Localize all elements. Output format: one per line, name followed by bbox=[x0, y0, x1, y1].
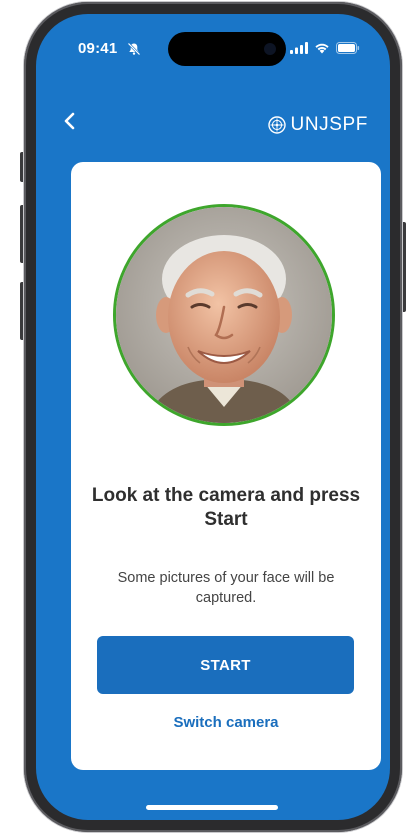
wifi-icon bbox=[315, 43, 329, 54]
bell-off-icon bbox=[127, 42, 141, 56]
brand-name: UNJSPF bbox=[290, 114, 368, 135]
un-emblem-icon bbox=[267, 116, 286, 134]
status-time: 09:41 bbox=[78, 40, 118, 57]
face-capture-card: Look at the camera and press Start Some … bbox=[71, 162, 381, 770]
face-preview-avatar bbox=[113, 204, 335, 426]
brand-logo: UNJSPF bbox=[267, 114, 369, 136]
phone-screen: 09:41 UNJSPF Look at the camera and pres… bbox=[36, 14, 390, 820]
signal-icon bbox=[290, 42, 308, 54]
home-indicator[interactable] bbox=[146, 805, 278, 810]
front-camera bbox=[264, 43, 276, 55]
chevron-left-icon[interactable] bbox=[60, 110, 80, 132]
face-photo bbox=[116, 207, 332, 423]
start-button[interactable]: START bbox=[97, 636, 354, 694]
instruction-title: Look at the camera and press Start bbox=[91, 485, 361, 530]
status-icons bbox=[290, 42, 360, 54]
dynamic-island bbox=[168, 32, 286, 66]
instruction-subtitle: Some pictures of your face will be captu… bbox=[117, 570, 335, 606]
battery-icon bbox=[336, 42, 360, 54]
switch-camera-link[interactable]: Switch camera bbox=[71, 714, 381, 731]
